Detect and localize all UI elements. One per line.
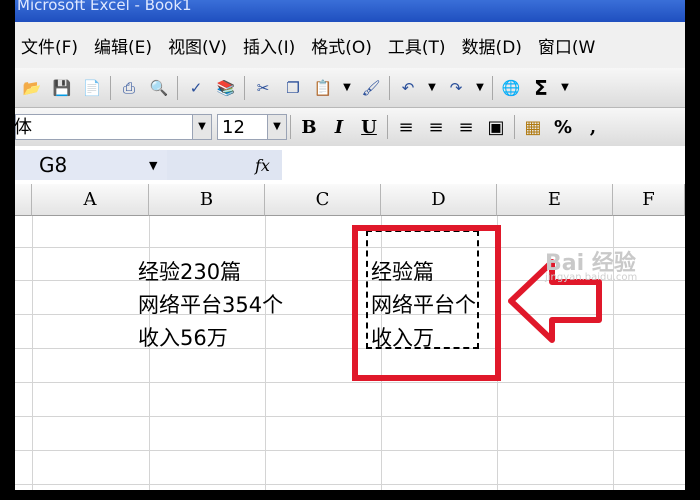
- menu-bar: 文件(F) 编辑(E) 视图(V) 插入(I) 格式(O) 工具(T) 数据(D…: [15, 22, 685, 68]
- toolbar-separator: [387, 115, 388, 139]
- row-gridline: [15, 450, 685, 451]
- hyperlink-icon[interactable]: 🌐: [500, 77, 522, 99]
- align-center-icon[interactable]: ≡: [423, 114, 449, 140]
- percent-button[interactable]: %: [550, 114, 576, 140]
- row-gridline: [15, 382, 685, 383]
- chevron-down-icon[interactable]: ▼: [192, 115, 211, 139]
- menu-window[interactable]: 窗口(W: [532, 33, 605, 58]
- row-header-corner[interactable]: [15, 184, 32, 216]
- column-gridline: [32, 216, 33, 490]
- redo-dropdown-icon[interactable]: ▼: [475, 77, 485, 99]
- font-name-select[interactable]: 宋体 ▼: [15, 114, 212, 140]
- watermark-url: jingyan.baidu.com: [545, 272, 638, 283]
- row-gridline: [15, 416, 685, 417]
- open-icon[interactable]: 📂: [21, 77, 43, 99]
- cell-b3[interactable]: 收入56万: [138, 322, 228, 352]
- worksheet-grid[interactable]: A B C D E F 经验230篇 网络平台354个 收入56万 经验篇 网络…: [15, 184, 685, 490]
- name-box[interactable]: G8: [15, 150, 167, 180]
- column-header-e[interactable]: E: [497, 184, 613, 216]
- column-gridline: [265, 216, 266, 490]
- format-painter-icon[interactable]: 🖌: [360, 77, 382, 99]
- print-icon[interactable]: ⎙: [118, 77, 140, 99]
- row-gridline: [15, 348, 685, 349]
- highlight-box: [352, 225, 501, 381]
- undo-icon[interactable]: ↶: [397, 77, 419, 99]
- underline-button[interactable]: U: [356, 114, 382, 140]
- save-icon[interactable]: 💾: [51, 77, 73, 99]
- paste-icon[interactable]: 📋: [312, 77, 334, 99]
- column-header-b[interactable]: B: [149, 184, 265, 216]
- undo-dropdown-icon[interactable]: ▼: [427, 77, 437, 99]
- formatting-toolbar: 宋体 ▼ 12 ▼ B I U ≡ ≡ ≡ ▣ ▦ % ,: [15, 108, 685, 147]
- toolbar-separator: [492, 75, 493, 100]
- align-left-icon[interactable]: ≡: [393, 114, 419, 140]
- cell-b2[interactable]: 网络平台354个: [138, 289, 283, 319]
- bold-button[interactable]: B: [296, 114, 322, 140]
- chevron-down-icon[interactable]: ▼: [149, 159, 157, 172]
- research-icon[interactable]: 📚: [215, 77, 237, 99]
- font-name-value: 宋体: [15, 117, 32, 138]
- menu-tools[interactable]: 工具(T): [382, 33, 456, 58]
- standard-toolbar: 📂 💾 📄 ⎙ 🔍 ✓ 📚 ✂ ❐ 📋 ▼ 🖌 ↶ ▼ ↷ ▼ 🌐 Σ ▼: [15, 68, 685, 108]
- toolbar-separator: [290, 115, 291, 139]
- toolbar-separator: [110, 75, 111, 100]
- redo-icon[interactable]: ↷: [445, 77, 467, 99]
- window-title: Microsoft Excel - Book1: [17, 0, 192, 14]
- comma-style-button[interactable]: ,: [580, 114, 606, 140]
- name-box-value: G8: [39, 153, 68, 177]
- column-header-f[interactable]: F: [613, 184, 685, 216]
- italic-button[interactable]: I: [326, 114, 352, 140]
- menu-edit[interactable]: 编辑(E): [88, 33, 162, 58]
- currency-icon[interactable]: ▦: [520, 114, 546, 140]
- column-header-a[interactable]: A: [32, 184, 149, 216]
- menu-insert[interactable]: 插入(I): [237, 33, 305, 58]
- menu-format[interactable]: 格式(O): [305, 33, 382, 58]
- print-preview-icon[interactable]: 🔍: [148, 77, 170, 99]
- toolbar-separator: [389, 75, 390, 100]
- autosum-dropdown-icon[interactable]: ▼: [560, 77, 570, 99]
- spelling-icon[interactable]: ✓: [185, 77, 207, 99]
- copy-icon[interactable]: ❐: [282, 77, 304, 99]
- font-size-value: 12: [222, 117, 245, 138]
- row-gridline: [15, 484, 685, 485]
- menu-view[interactable]: 视图(V): [162, 33, 237, 58]
- column-header-d[interactable]: D: [381, 184, 497, 216]
- permission-icon[interactable]: 📄: [81, 77, 103, 99]
- insert-function-icon[interactable]: fx: [255, 156, 270, 175]
- toolbar-separator: [244, 75, 245, 100]
- menu-data[interactable]: 数据(D): [456, 33, 532, 58]
- chevron-down-icon[interactable]: ▼: [267, 115, 286, 139]
- excel-window: Microsoft Excel - Book1 文件(F) 编辑(E) 视图(V…: [15, 0, 685, 490]
- merge-center-icon[interactable]: ▣: [483, 114, 509, 140]
- font-size-select[interactable]: 12 ▼: [217, 114, 287, 140]
- menu-file[interactable]: 文件(F): [15, 33, 88, 58]
- autosum-icon[interactable]: Σ: [530, 76, 552, 100]
- formula-bar: G8 ▼ fx: [15, 146, 685, 185]
- title-bar: Microsoft Excel - Book1: [15, 0, 685, 22]
- toolbar-separator: [177, 75, 178, 100]
- cut-icon[interactable]: ✂: [252, 77, 274, 99]
- cell-b1[interactable]: 经验230篇: [138, 256, 241, 286]
- paste-dropdown-icon[interactable]: ▼: [342, 77, 352, 99]
- column-header-c[interactable]: C: [265, 184, 381, 216]
- align-right-icon[interactable]: ≡: [453, 114, 479, 140]
- toolbar-separator: [514, 115, 515, 139]
